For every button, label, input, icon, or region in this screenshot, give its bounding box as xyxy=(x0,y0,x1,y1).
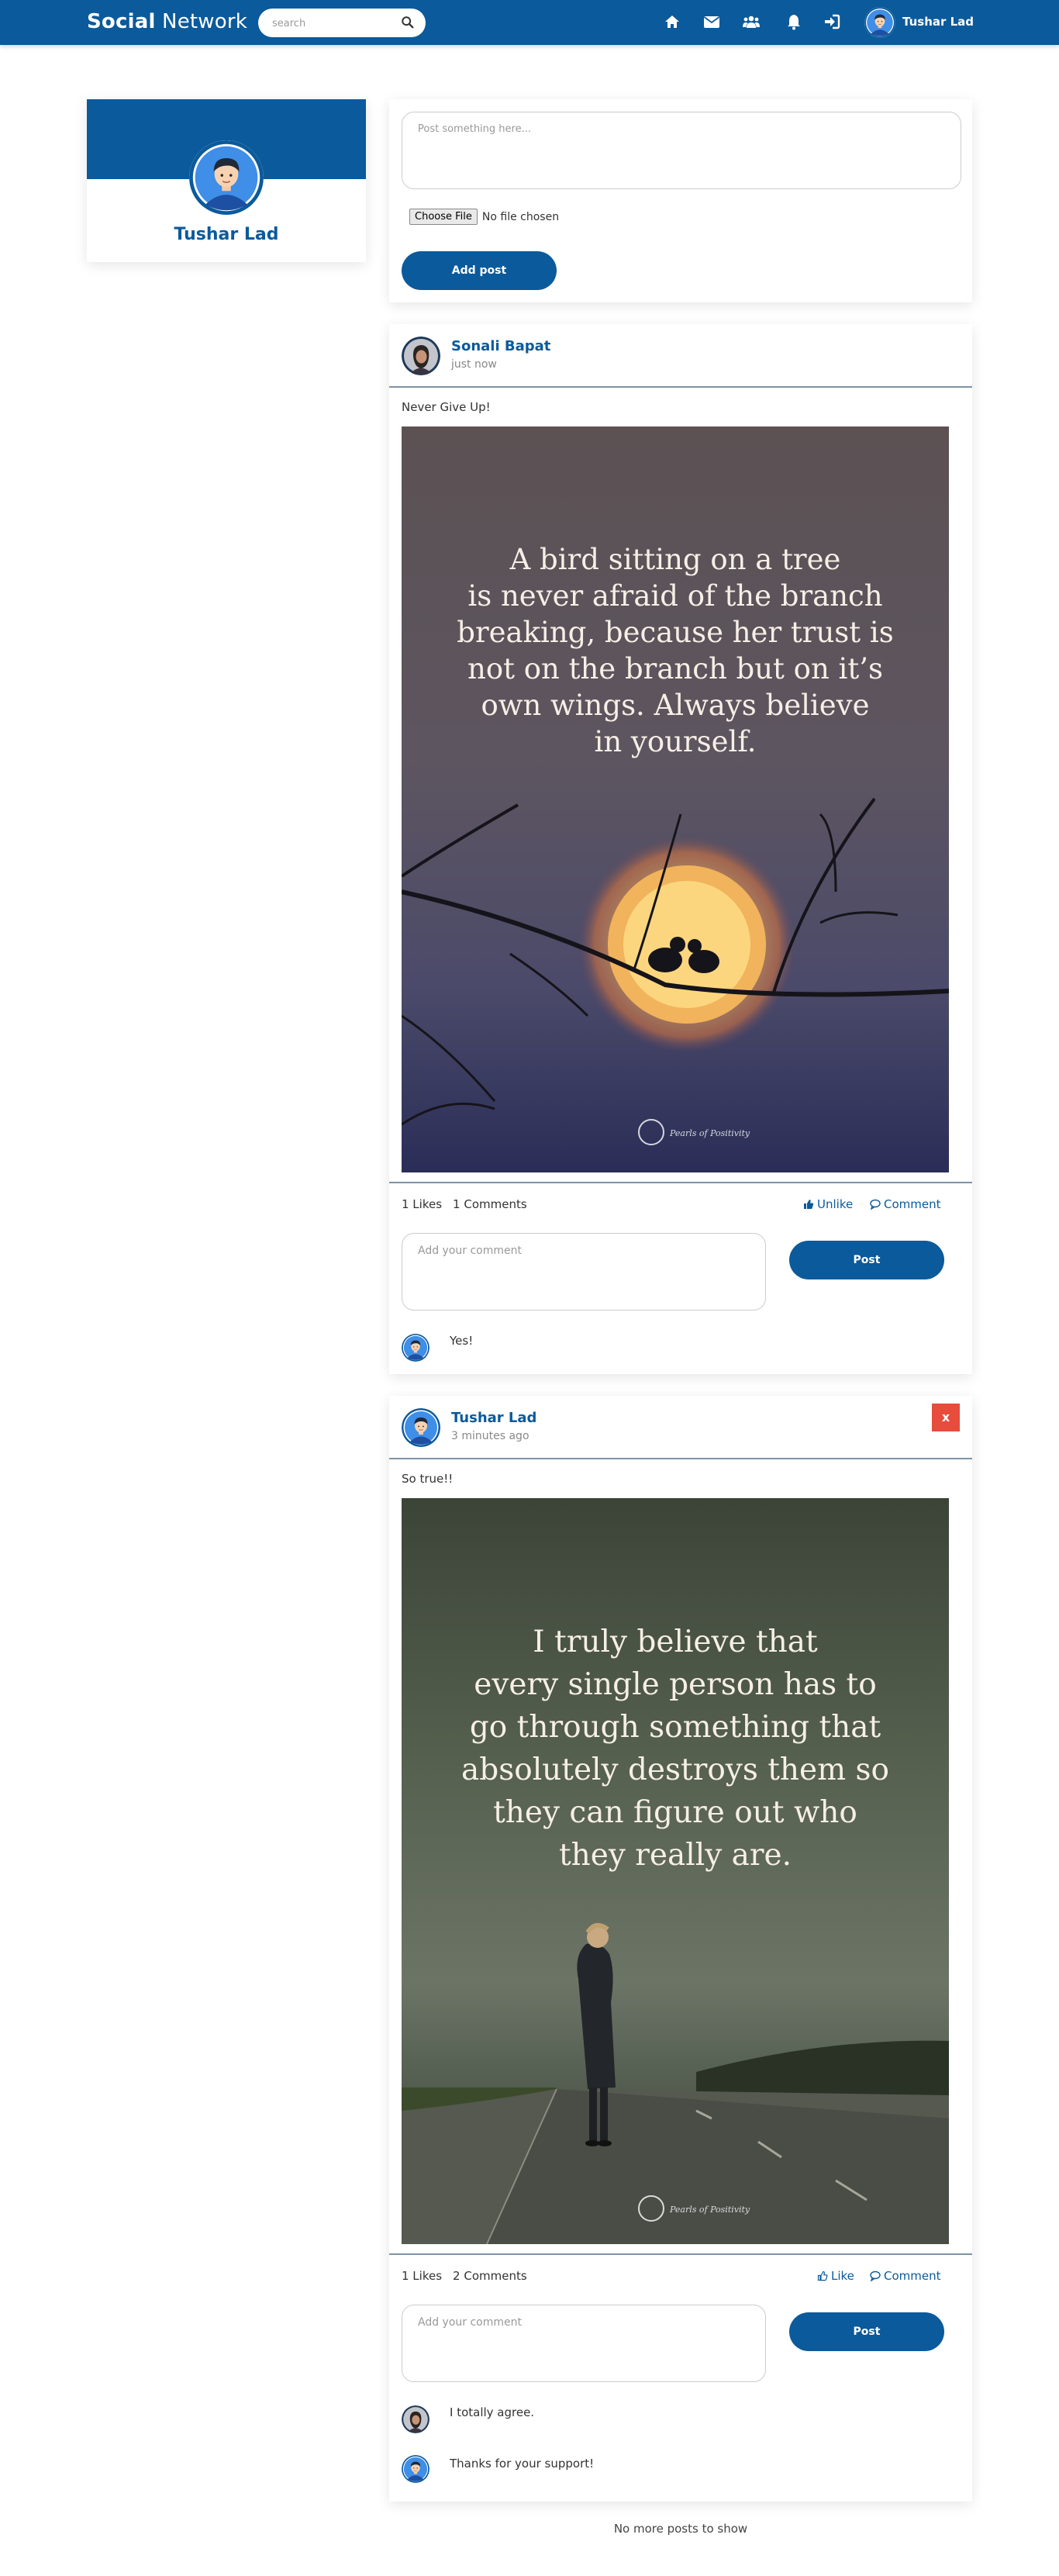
bird-sunset-image: Pearls of Positivity xyxy=(402,426,949,1172)
comment-icon xyxy=(870,2270,881,2282)
post-comment-button[interactable]: Post xyxy=(789,2312,944,2351)
unlike-button[interactable]: Unlike xyxy=(803,1197,853,1211)
nav-avatar[interactable] xyxy=(864,7,895,38)
comment-button[interactable]: Comment xyxy=(870,2269,941,2283)
search-icon[interactable] xyxy=(401,16,415,29)
unlike-label: Unlike xyxy=(817,1197,854,1211)
post-card: Sonali Bapat just now Never Give Up! Pea… xyxy=(389,324,972,1374)
quote-line: every single person has to xyxy=(474,1667,877,1702)
commenter-avatar[interactable] xyxy=(402,2455,429,2483)
sign-in-icon[interactable] xyxy=(823,12,841,31)
svg-text:Pearls of Positivity: Pearls of Positivity xyxy=(669,2205,750,2215)
brand-rest: Network xyxy=(155,10,248,33)
profile-avatar[interactable] xyxy=(189,140,264,215)
profile-name[interactable]: Tushar Lad xyxy=(87,225,366,244)
likes-count[interactable]: 1 Likes xyxy=(402,2269,442,2283)
envelope-icon[interactable] xyxy=(702,12,721,31)
author-avatar[interactable] xyxy=(402,337,440,375)
divider xyxy=(389,2253,972,2255)
quote-line: go through something that xyxy=(469,1710,881,1745)
create-post-card: Choose File No file chosen Add post xyxy=(389,99,972,302)
top-navbar: Social Network Tushar Lad xyxy=(0,0,1059,45)
quote-line: absolutely destroys them so xyxy=(461,1752,889,1787)
post-caption: Never Give Up! xyxy=(402,400,491,414)
profile-card: Tushar Lad xyxy=(87,99,366,262)
divider xyxy=(389,1458,972,1459)
brand-logo[interactable]: Social Network xyxy=(87,10,247,33)
author-avatar[interactable] xyxy=(402,1408,440,1447)
likes-count[interactable]: 1 Likes xyxy=(402,1197,442,1211)
thumbs-up-outline-icon xyxy=(817,2270,828,2281)
quote-line: breaking, because her trust is xyxy=(457,616,894,649)
comment-label: Comment xyxy=(884,1197,941,1211)
quote-line: A bird sitting on a tree xyxy=(509,543,841,576)
comments-count[interactable]: 1 Comments xyxy=(453,1197,527,1211)
post-time: just now xyxy=(451,358,497,371)
quote-line: own wings. Always believe xyxy=(481,689,870,722)
like-button[interactable]: Like xyxy=(817,2269,854,2283)
divider xyxy=(389,1182,972,1183)
comment-label: Comment xyxy=(884,2269,941,2283)
commenter-avatar[interactable] xyxy=(402,1334,429,1362)
comment-text: Thanks for your support! xyxy=(450,2457,595,2471)
like-label: Like xyxy=(831,2269,854,2283)
quote-line: is never afraid of the branch xyxy=(467,579,883,613)
comment-input[interactable] xyxy=(402,1233,766,1310)
quote-line: they really are. xyxy=(558,1838,792,1873)
post-time: 3 minutes ago xyxy=(451,1430,530,1442)
post-comment-button[interactable]: Post xyxy=(789,1241,944,1279)
comment-text: I totally agree. xyxy=(450,2405,535,2419)
image-quote: I truly believe that every single person… xyxy=(402,1621,949,1877)
file-input: Choose File No file chosen xyxy=(409,209,559,225)
commenter-avatar[interactable] xyxy=(402,2405,429,2433)
bell-icon[interactable] xyxy=(785,12,803,31)
post-stats: 1 Likes 1 Comments xyxy=(402,1197,538,1211)
post-image: Pearls of Positivity A bird sitting on a… xyxy=(402,426,949,1172)
quote-line: in yourself. xyxy=(594,725,757,758)
post-stats: 1 Likes 2 Comments xyxy=(402,2269,538,2283)
post-textarea[interactable] xyxy=(402,112,961,189)
post-card: Tushar Lad 3 minutes ago x So true!! Pea… xyxy=(389,1396,972,2502)
home-icon[interactable] xyxy=(663,12,681,31)
comment-icon xyxy=(870,1199,881,1210)
post-caption: So true!! xyxy=(402,1472,454,1486)
search-input[interactable] xyxy=(272,16,396,31)
thumbs-up-icon xyxy=(804,1200,814,1209)
brand-bold: Social xyxy=(87,10,156,33)
divider xyxy=(389,386,972,388)
post-author[interactable]: Tushar Lad xyxy=(451,1410,536,1426)
post-author[interactable]: Sonali Bapat xyxy=(451,338,550,354)
file-status: No file chosen xyxy=(481,210,560,223)
comment-input[interactable] xyxy=(402,2305,766,2382)
delete-post-button[interactable]: x xyxy=(932,1404,960,1431)
quote-line: I truly believe that xyxy=(533,1625,818,1659)
svg-text:Pearls of Positivity: Pearls of Positivity xyxy=(669,1128,750,1138)
choose-file-button[interactable]: Choose File xyxy=(409,209,478,225)
users-icon[interactable] xyxy=(742,12,761,31)
nav-username[interactable]: Tushar Lad xyxy=(902,15,974,29)
search-bar xyxy=(258,9,426,37)
comments-count[interactable]: 2 Comments xyxy=(453,2269,527,2283)
comment-button[interactable]: Comment xyxy=(870,1197,941,1211)
post-image: Pearls of Positivity I truly believe tha… xyxy=(402,1498,949,2244)
quote-line: not on the branch but on it’s xyxy=(467,652,883,685)
add-post-button[interactable]: Add post xyxy=(402,251,557,290)
no-more-posts: No more posts to show xyxy=(613,2522,748,2536)
quote-line: they can figure out who xyxy=(493,1795,857,1830)
comment-text: Yes! xyxy=(450,1334,474,1348)
image-quote: A bird sitting on a tree is never afraid… xyxy=(402,541,949,760)
